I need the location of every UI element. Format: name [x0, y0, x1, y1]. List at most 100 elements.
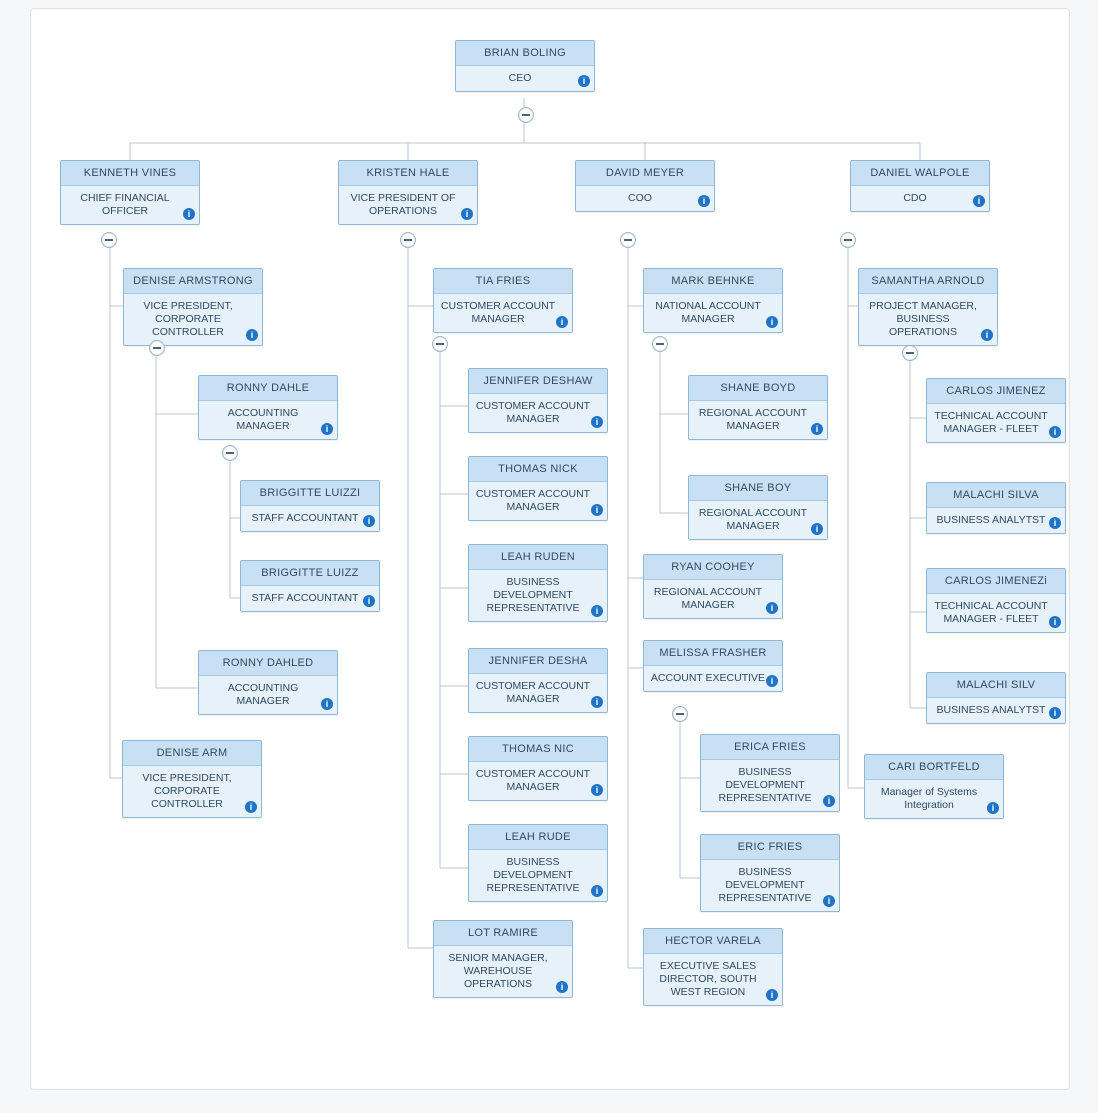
collapse-toggle-tfries[interactable] [432, 336, 448, 352]
info-icon[interactable]: i [1049, 707, 1061, 719]
org-node-bluizz[interactable]: BRIGGITTE LUIZZSTAFF ACCOUNTANTi [240, 560, 380, 612]
node-title: BUSINESS ANALYTSTi [927, 698, 1065, 723]
org-node-cjimenezi[interactable]: CARLOS JIMENEZiTECHNICAL ACCOUNT MANAGER… [926, 568, 1066, 633]
org-node-ceo[interactable]: BRIAN BOLINGCEOi [455, 40, 595, 92]
org-node-darm[interactable]: DENISE ARMVICE PRESIDENT, CORPORATE CONT… [122, 740, 262, 818]
node-name: DENISE ARMSTRONG [124, 269, 262, 294]
info-icon[interactable]: i [1049, 616, 1061, 628]
node-title: CUSTOMER ACCOUNT MANAGERi [469, 394, 607, 432]
node-title: BUSINESS DEVELOPMENT REPRESENTATIVEi [701, 860, 839, 911]
org-node-mfrasher[interactable]: MELISSA FRASHERACCOUNT EXECUTIVEi [643, 640, 783, 692]
org-node-rdahled[interactable]: RONNY DAHLEDACCOUNTING MANAGERi [198, 650, 338, 715]
node-title: REGIONAL ACCOUNT MANAGERi [689, 401, 827, 439]
org-node-vpops[interactable]: KRISTEN HALEVICE PRESIDENT OF OPERATIONS… [338, 160, 478, 225]
org-node-ericfries[interactable]: ERIC FRIESBUSINESS DEVELOPMENT REPRESENT… [700, 834, 840, 912]
info-icon[interactable]: i [461, 208, 473, 220]
collapse-toggle-coo[interactable] [620, 232, 636, 248]
collapse-toggle-mbehnke[interactable] [652, 336, 668, 352]
collapse-toggle-mfrasher[interactable] [672, 706, 688, 722]
org-node-cfo[interactable]: KENNETH VINESCHIEF FINANCIAL OFFICERi [60, 160, 200, 225]
info-icon[interactable]: i [321, 698, 333, 710]
org-node-sarnold[interactable]: SAMANTHA ARNOLDPROJECT MANAGER, BUSINESS… [858, 268, 998, 346]
info-icon[interactable]: i [981, 329, 993, 341]
node-title: Manager of Systems Integrationi [865, 780, 1003, 818]
info-icon[interactable]: i [766, 675, 778, 687]
org-node-jdeshaw[interactable]: JENNIFER DESHAWCUSTOMER ACCOUNT MANAGERi [468, 368, 608, 433]
info-icon[interactable]: i [591, 885, 603, 897]
collapse-toggle-darmstrong[interactable] [149, 340, 165, 356]
info-icon[interactable]: i [1049, 517, 1061, 529]
org-node-sboy[interactable]: SHANE BOYREGIONAL ACCOUNT MANAGERi [688, 475, 828, 540]
info-icon[interactable]: i [823, 895, 835, 907]
info-icon[interactable]: i [183, 208, 195, 220]
node-name: TIA FRIES [434, 269, 572, 294]
collapse-toggle-cdo[interactable] [840, 232, 856, 248]
collapse-toggle-ceo[interactable] [518, 107, 534, 123]
node-title: CDOi [851, 186, 989, 211]
org-node-cjimenez[interactable]: CARLOS JIMENEZTECHNICAL ACCOUNT MANAGER … [926, 378, 1066, 443]
collapse-toggle-cfo[interactable] [101, 232, 117, 248]
collapse-toggle-vpops[interactable] [400, 232, 416, 248]
node-name: THOMAS NICK [469, 457, 607, 482]
node-title: COOi [576, 186, 714, 211]
org-node-rcoohey[interactable]: RYAN COOHEYREGIONAL ACCOUNT MANAGERi [643, 554, 783, 619]
org-node-msilv[interactable]: MALACHI SILVBUSINESS ANALYTSTi [926, 672, 1066, 724]
org-node-hvarela[interactable]: HECTOR VARELAEXECUTIVE SALES DIRECTOR, S… [643, 928, 783, 1006]
node-title: CUSTOMER ACCOUNT MANAGERi [434, 294, 572, 332]
org-node-tfries[interactable]: TIA FRIESCUSTOMER ACCOUNT MANAGERi [433, 268, 573, 333]
node-title: ACCOUNTING MANAGERi [199, 401, 337, 439]
info-icon[interactable]: i [766, 602, 778, 614]
org-node-msilva[interactable]: MALACHI SILVABUSINESS ANALYTSTi [926, 482, 1066, 534]
org-node-jdesha[interactable]: JENNIFER DESHACUSTOMER ACCOUNT MANAGERi [468, 648, 608, 713]
node-name: SHANE BOYD [689, 376, 827, 401]
org-node-efries[interactable]: ERICA FRIESBUSINESS DEVELOPMENT REPRESEN… [700, 734, 840, 812]
info-icon[interactable]: i [811, 423, 823, 435]
info-icon[interactable]: i [973, 195, 985, 207]
node-name: MALACHI SILV [927, 673, 1065, 698]
info-icon[interactable]: i [363, 515, 375, 527]
org-node-tnick[interactable]: THOMAS NICKCUSTOMER ACCOUNT MANAGERi [468, 456, 608, 521]
node-name: LOT RAMIRE [434, 921, 572, 946]
org-node-coo[interactable]: DAVID MEYERCOOi [575, 160, 715, 212]
info-icon[interactable]: i [556, 981, 568, 993]
org-node-mbehnke[interactable]: MARK BEHNKENATIONAL ACCOUNT MANAGERi [643, 268, 783, 333]
org-node-bluizzi[interactable]: BRIGGITTE LUIZZISTAFF ACCOUNTANTi [240, 480, 380, 532]
info-icon[interactable]: i [1049, 426, 1061, 438]
org-node-darmstrong[interactable]: DENISE ARMSTRONGVICE PRESIDENT, CORPORAT… [123, 268, 263, 346]
org-node-lruden[interactable]: LEAH RUDENBUSINESS DEVELOPMENT REPRESENT… [468, 544, 608, 622]
info-icon[interactable]: i [246, 329, 258, 341]
org-node-tnic[interactable]: THOMAS NICCUSTOMER ACCOUNT MANAGERi [468, 736, 608, 801]
info-icon[interactable]: i [987, 802, 999, 814]
info-icon[interactable]: i [321, 423, 333, 435]
info-icon[interactable]: i [245, 801, 257, 813]
org-node-cbortfeld[interactable]: CARI BORTFELDManager of Systems Integrat… [864, 754, 1004, 819]
org-node-cdo[interactable]: DANIEL WALPOLECDOi [850, 160, 990, 212]
node-name: THOMAS NIC [469, 737, 607, 762]
info-icon[interactable]: i [591, 504, 603, 516]
org-node-lramire[interactable]: LOT RAMIRESENIOR MANAGER, WAREHOUSE OPER… [433, 920, 573, 998]
node-title: ACCOUNTING MANAGERi [199, 676, 337, 714]
node-title: BUSINESS DEVELOPMENT REPRESENTATIVEi [701, 760, 839, 811]
collapse-toggle-sarnold[interactable] [902, 345, 918, 361]
collapse-toggle-rdahle[interactable] [222, 445, 238, 461]
node-name: JENNIFER DESHAW [469, 369, 607, 394]
info-icon[interactable]: i [766, 316, 778, 328]
info-icon[interactable]: i [698, 195, 710, 207]
info-icon[interactable]: i [591, 416, 603, 428]
info-icon[interactable]: i [556, 316, 568, 328]
node-title: SENIOR MANAGER, WAREHOUSE OPERATIONSi [434, 946, 572, 997]
info-icon[interactable]: i [591, 696, 603, 708]
info-icon[interactable]: i [591, 605, 603, 617]
info-icon[interactable]: i [823, 795, 835, 807]
org-chart-canvas: BRIAN BOLINGCEOi KENNETH VINESCHIEF FINAN… [0, 0, 1098, 1113]
node-name: ERIC FRIES [701, 835, 839, 860]
info-icon[interactable]: i [363, 595, 375, 607]
org-node-sboyd[interactable]: SHANE BOYDREGIONAL ACCOUNT MANAGERi [688, 375, 828, 440]
info-icon[interactable]: i [591, 784, 603, 796]
info-icon[interactable]: i [578, 75, 590, 87]
info-icon[interactable]: i [811, 523, 823, 535]
node-name: ERICA FRIES [701, 735, 839, 760]
info-icon[interactable]: i [766, 989, 778, 1001]
org-node-lrude[interactable]: LEAH RUDEBUSINESS DEVELOPMENT REPRESENTA… [468, 824, 608, 902]
org-node-rdahle[interactable]: RONNY DAHLEACCOUNTING MANAGERi [198, 375, 338, 440]
